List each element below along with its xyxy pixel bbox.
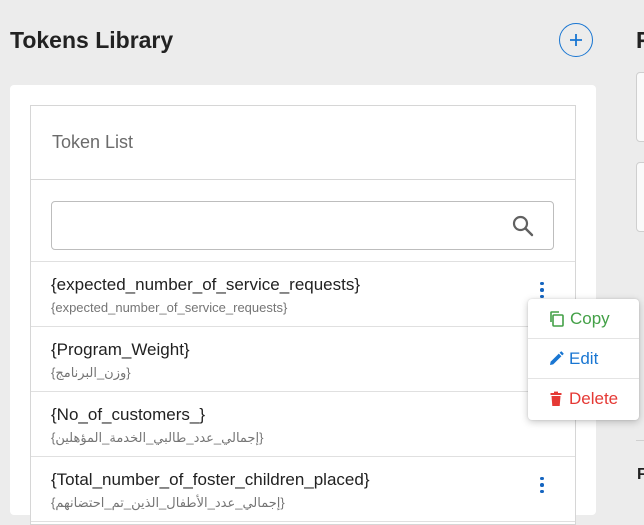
trash-icon	[550, 391, 562, 406]
delete-menu-item[interactable]: Delete	[528, 379, 639, 419]
right-panel-section-title: F	[637, 466, 644, 483]
token-row[interactable]: {Total_number_of_foster_children_placed}…	[31, 457, 575, 522]
token-name: {No_of_customers_}	[51, 405, 206, 424]
more-options-icon[interactable]	[533, 474, 551, 496]
copy-label: Copy	[570, 308, 610, 328]
edit-label: Edit	[569, 348, 599, 368]
pencil-icon	[550, 350, 564, 365]
right-panel-field[interactable]	[636, 162, 644, 232]
token-list-panel: Token List {expected_number_of_service_r…	[30, 105, 576, 525]
delete-label: Delete	[569, 389, 619, 408]
token-row[interactable]: {No_of_customers_} {إجمالي_عدد_طالبي_الخ…	[31, 392, 575, 457]
copy-icon	[550, 311, 564, 327]
page-title: Tokens Library	[10, 27, 174, 53]
search-icon[interactable]	[511, 214, 535, 238]
token-name: {expected_number_of_service_requests}	[51, 275, 361, 294]
token-row[interactable]: {Program_Weight} {وزن_البرنامج}	[31, 327, 575, 392]
plus-icon	[570, 34, 582, 46]
edit-menu-item[interactable]: Edit	[528, 339, 639, 379]
copy-menu-item[interactable]: Copy	[528, 299, 639, 339]
token-subtitle: {وزن_البرنامج}	[51, 365, 131, 380]
token-name: {Program_Weight}	[51, 340, 190, 359]
right-panel-field[interactable]	[636, 72, 644, 142]
token-name: {Total_number_of_foster_children_placed}	[51, 470, 370, 489]
token-subtitle: {expected_number_of_service_requests}	[51, 300, 288, 315]
search-box[interactable]	[51, 201, 554, 250]
token-row[interactable]: {expected_number_of_service_requests} {e…	[31, 262, 575, 327]
more-options-icon[interactable]	[533, 279, 551, 301]
token-list-title: Token List	[31, 106, 575, 180]
token-context-menu: Copy Edit Delete	[528, 299, 639, 420]
search-area	[31, 180, 575, 262]
tokens-card: Token List {expected_number_of_service_r…	[10, 85, 596, 525]
right-panel-divider	[636, 440, 644, 441]
token-subtitle: {إجمالي_عدد_طالبي_الخدمة_المؤهلين}	[51, 430, 264, 445]
right-panel-title: F	[636, 27, 644, 53]
search-input[interactable]	[62, 212, 506, 242]
add-token-button[interactable]	[559, 23, 593, 57]
